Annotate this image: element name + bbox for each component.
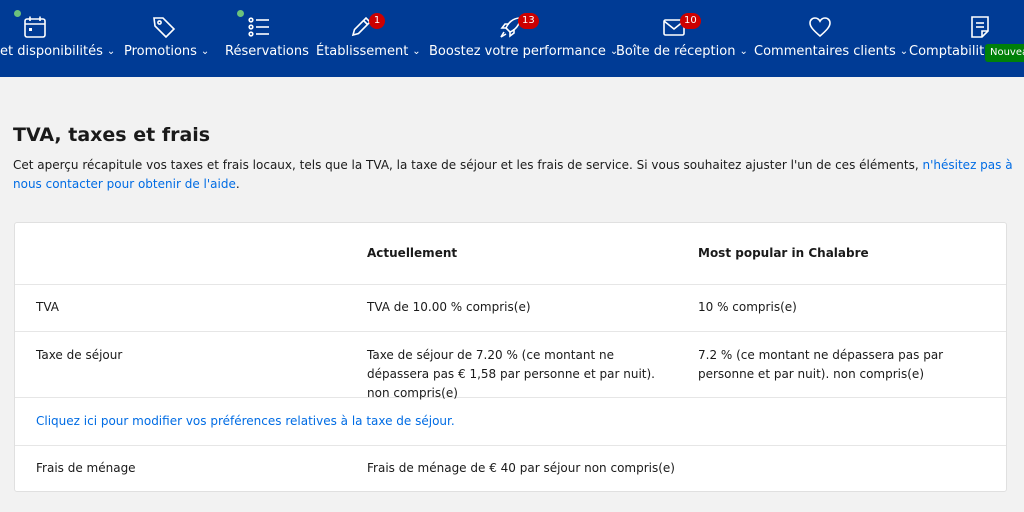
intro-text-body: Cet aperçu récapitule vos taxes et frais… (13, 158, 923, 172)
chevron-down-icon: ⌄ (200, 46, 210, 57)
intro-text-end: . (235, 177, 240, 191)
chevron-down-icon: ⌄ (739, 46, 748, 57)
calendar-icon (22, 14, 48, 40)
intro-text: Cet aperçu récapitule vos taxes et frais… (13, 156, 1013, 194)
nav-item-accounting[interactable]: Comptabilité Nouveau (908, 0, 1024, 77)
nav-item-promotions[interactable]: Promotions ⌄ (123, 0, 210, 77)
nav-item-inbox[interactable]: 10 Boîte de réception ⌄ (615, 0, 748, 77)
row-popular-value: 7.2 % (ce montant ne dépassera pas par p… (698, 348, 944, 381)
table-row-tourist-tax: Taxe de séjour Taxe de séjour de 7.20 % … (15, 332, 1006, 400)
nav-item-reviews[interactable]: Commentaires clients ⌄ (753, 0, 908, 77)
row-current-value: Frais de ménage de € 40 par séjour non c… (367, 461, 675, 475)
document-icon (967, 14, 993, 40)
nav-item-reservations[interactable]: Réservations (224, 0, 309, 77)
table-row-link: Cliquez ici pour modifier vos préférence… (15, 398, 1006, 446)
notification-badge: 10 (680, 13, 701, 29)
chevron-down-icon: ⌄ (412, 46, 421, 57)
notification-badge: 13 (518, 13, 539, 29)
nav-label: Promotions ⌄ (124, 44, 210, 59)
notification-badge: 1 (369, 13, 385, 29)
new-badge: Nouveau (985, 44, 1024, 62)
row-label: Taxe de séjour (36, 348, 123, 362)
nav-label: Établissement ⌄ (316, 44, 421, 59)
chevron-down-icon: ⌄ (899, 46, 909, 57)
row-current-value: TVA de 10.00 % compris(e) (367, 300, 531, 314)
chevron-down-icon: ⌄ (106, 46, 116, 57)
row-popular-value: 10 % compris(e) (698, 300, 797, 314)
nav-label: Boostez votre performance ⌄ (429, 44, 619, 59)
row-label: Frais de ménage (36, 461, 136, 475)
row-label: TVA (36, 300, 59, 314)
status-dot (14, 10, 21, 17)
tag-icon (151, 14, 177, 40)
edit-tourist-tax-link[interactable]: Cliquez ici pour modifier vos préférence… (36, 412, 455, 431)
table-row-cleaning-fee: Frais de ménage Frais de ménage de € 40 … (15, 446, 1006, 492)
table-header: Most popular in Chalabre (698, 246, 869, 260)
taxes-table: Actuellement Most popular in Chalabre TV… (14, 222, 1007, 492)
nav-label: et disponibilités ⌄ (0, 44, 116, 59)
heart-icon (807, 14, 833, 40)
nav-item-performance[interactable]: 13 Boostez votre performance ⌄ (428, 0, 618, 77)
top-navigation: et disponibilités ⌄ Promotions ⌄ Réservati… (0, 0, 1024, 77)
nav-label: Réservations (225, 44, 309, 59)
nav-label: Commentaires clients ⌄ (754, 44, 909, 59)
row-current-value: Taxe de séjour de 7.20 % (ce montant ne … (367, 348, 655, 400)
table-row-vat: TVA TVA de 10.00 % compris(e) 10 % compr… (15, 285, 1006, 332)
status-dot (237, 10, 244, 17)
list-icon (246, 14, 272, 40)
table-header: Actuellement (367, 246, 458, 260)
nav-label: Comptabilité (909, 44, 993, 59)
table-header-row: Actuellement Most popular in Chalabre (15, 223, 1006, 285)
nav-item-property[interactable]: 1 Établissement ⌄ (315, 0, 421, 77)
nav-label: Boîte de réception ⌄ (616, 44, 748, 59)
page-title: TVA, taxes et frais (13, 124, 211, 146)
nav-item-availability[interactable]: et disponibilités ⌄ (0, 0, 115, 77)
